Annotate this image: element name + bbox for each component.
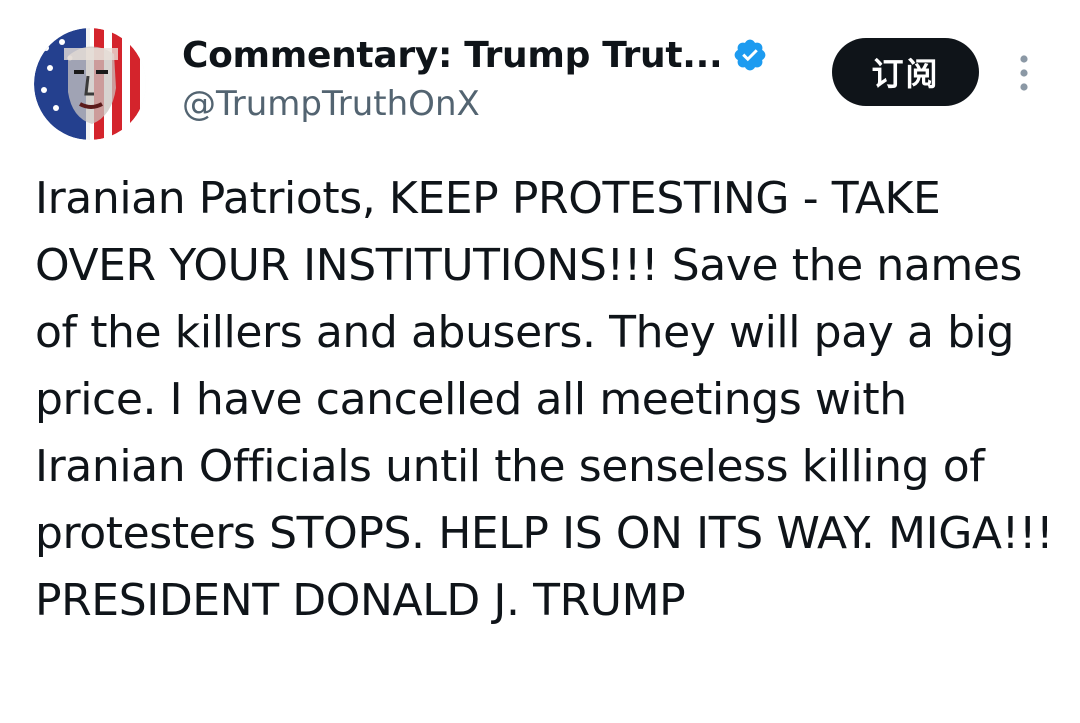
avatar[interactable] [34, 28, 146, 140]
subscribe-button[interactable]: 订阅 [832, 38, 979, 106]
verified-badge-icon [732, 37, 768, 73]
more-vertical-icon[interactable] [1010, 52, 1038, 94]
author-handle[interactable]: @TrumpTruthOnX [182, 84, 480, 124]
author-display-name[interactable]: Commentary: Trump Trut... [182, 35, 723, 76]
author-name-row[interactable]: Commentary: Trump Trut... [182, 30, 768, 80]
tweet-card: Commentary: Trump Trut... @TrumpTruthOnX… [0, 0, 1080, 723]
tweet-text: Iranian Patriots, KEEP PROTESTING - TAKE… [35, 173, 1054, 626]
avatar-image [34, 28, 146, 140]
